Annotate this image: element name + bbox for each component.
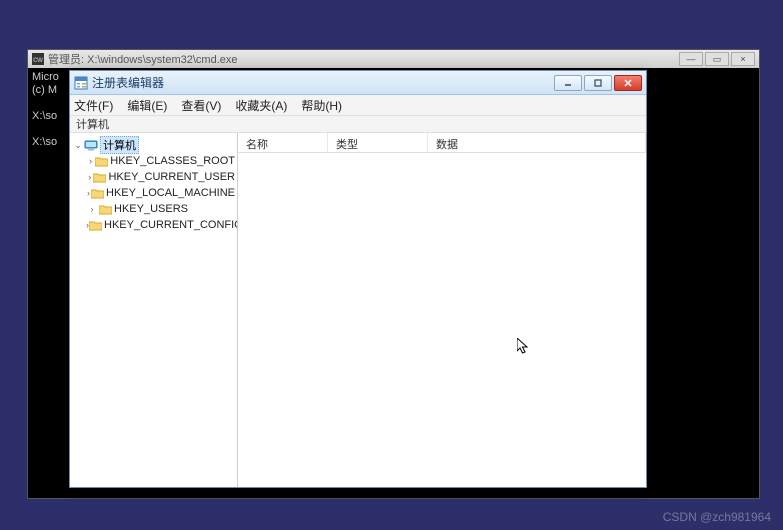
cmd-title: 管理员: X:\windows\system32\cmd.exe: [48, 51, 238, 67]
column-name[interactable]: 名称: [238, 133, 328, 152]
tree-hive[interactable]: › HKEY_CURRENT_CONFIG: [86, 217, 235, 233]
regedit-body: ⌄ 计算机 › HKEY_CLASSES_ROOT › HKEY_CURRENT…: [70, 133, 646, 487]
cmd-minimize-button[interactable]: —: [679, 52, 703, 66]
regedit-close-button[interactable]: [614, 75, 642, 91]
tree-hive-label: HKEY_CURRENT_USER: [108, 171, 235, 183]
tree-hive[interactable]: › HKEY_LOCAL_MACHINE: [86, 185, 235, 201]
regedit-titlebar[interactable]: 注册表编辑器: [70, 71, 646, 95]
chevron-right-icon[interactable]: ›: [86, 172, 93, 182]
tree-hive[interactable]: › HKEY_CURRENT_USER: [86, 169, 235, 185]
column-data[interactable]: 数据: [428, 133, 646, 152]
cmd-titlebar[interactable]: cw 管理员: X:\windows\system32\cmd.exe — ▭ …: [28, 50, 759, 68]
regedit-minimize-button[interactable]: [554, 75, 582, 91]
tree-hive[interactable]: › HKEY_CLASSES_ROOT: [86, 153, 235, 169]
cmd-close-button[interactable]: ×: [731, 52, 755, 66]
watermark: CSDN @zch981964: [663, 510, 771, 524]
cmd-line: X:\so: [32, 110, 57, 122]
cmd-maximize-button[interactable]: ▭: [705, 52, 729, 66]
menu-favorites[interactable]: 收藏夹(A): [235, 97, 287, 114]
chevron-right-icon[interactable]: ›: [86, 204, 98, 214]
tree-hive-label: HKEY_CURRENT_CONFIG: [104, 219, 238, 231]
folder-icon: [91, 187, 104, 199]
menu-view[interactable]: 查看(V): [181, 97, 221, 114]
regedit-window: 注册表编辑器 文件(F) 编辑(E) 查看(V) 收藏夹(A) 帮助(H) 计算…: [69, 70, 647, 488]
regedit-list-header: 名称 类型 数据: [238, 133, 646, 153]
tree-hive-label: HKEY_USERS: [114, 203, 188, 215]
folder-icon: [98, 203, 112, 215]
tree-root-label: 计算机: [100, 136, 139, 154]
computer-icon: [84, 139, 98, 151]
regedit-addressbar[interactable]: 计算机: [70, 115, 646, 133]
tree-hive-label: HKEY_LOCAL_MACHINE: [106, 187, 235, 199]
tree-hive-label: HKEY_CLASSES_ROOT: [110, 155, 235, 167]
column-type[interactable]: 类型: [328, 133, 428, 152]
chevron-down-icon[interactable]: ⌄: [72, 140, 84, 151]
regedit-list[interactable]: 名称 类型 数据: [238, 133, 646, 487]
folder-icon: [93, 171, 106, 183]
folder-icon: [89, 219, 102, 231]
regedit-icon: [74, 76, 88, 90]
regedit-maximize-button[interactable]: [584, 75, 612, 91]
regedit-tree[interactable]: ⌄ 计算机 › HKEY_CLASSES_ROOT › HKEY_CURRENT…: [70, 133, 238, 487]
cmd-line: (c) M: [32, 84, 57, 96]
tree-hive[interactable]: › HKEY_USERS: [86, 201, 235, 217]
chevron-right-icon[interactable]: ›: [86, 156, 95, 166]
menu-file[interactable]: 文件(F): [74, 97, 113, 114]
regedit-menubar: 文件(F) 编辑(E) 查看(V) 收藏夹(A) 帮助(H): [70, 95, 646, 115]
tree-root-computer[interactable]: ⌄ 计算机: [72, 137, 235, 153]
cmd-line: Micro: [32, 71, 59, 83]
cmd-icon: cw: [32, 53, 44, 65]
menu-help[interactable]: 帮助(H): [301, 97, 342, 114]
menu-edit[interactable]: 编辑(E): [127, 97, 167, 114]
cmd-line: X:\so: [32, 136, 57, 148]
regedit-title: 注册表编辑器: [92, 74, 164, 91]
folder-icon: [95, 155, 108, 167]
